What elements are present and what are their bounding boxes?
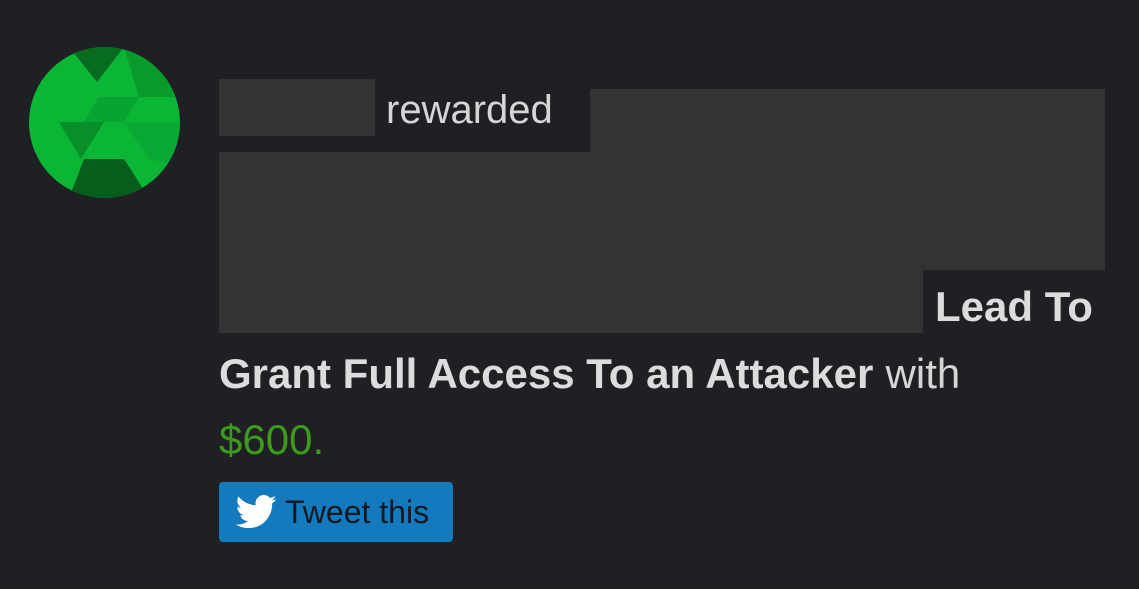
redacted-title-part-1: [590, 89, 1105, 155]
redacted-title-part-2: [219, 152, 1105, 270]
bounty-period: .: [312, 416, 325, 463]
tweet-button-label: Tweet this: [285, 493, 430, 530]
twitter-bird-icon: [235, 495, 277, 529]
bounty-line: $600.: [219, 415, 324, 465]
report-title-tail-2[interactable]: Grant Full Access To an Attacker: [219, 350, 873, 397]
hacker-avatar-logo: [29, 47, 180, 198]
avatar[interactable]: [29, 47, 180, 198]
redacted-username: [219, 79, 375, 136]
reward-verb: rewarded: [386, 88, 553, 132]
connector-text: with: [885, 350, 961, 397]
report-title-tail-1[interactable]: Lead To: [935, 282, 1093, 332]
bounty-amount: $600: [219, 416, 313, 463]
title-line-2: Grant Full Access To an Attacker with: [219, 349, 960, 399]
redacted-title-part-3: [219, 268, 923, 333]
tweet-this-button[interactable]: Tweet this: [219, 482, 453, 542]
